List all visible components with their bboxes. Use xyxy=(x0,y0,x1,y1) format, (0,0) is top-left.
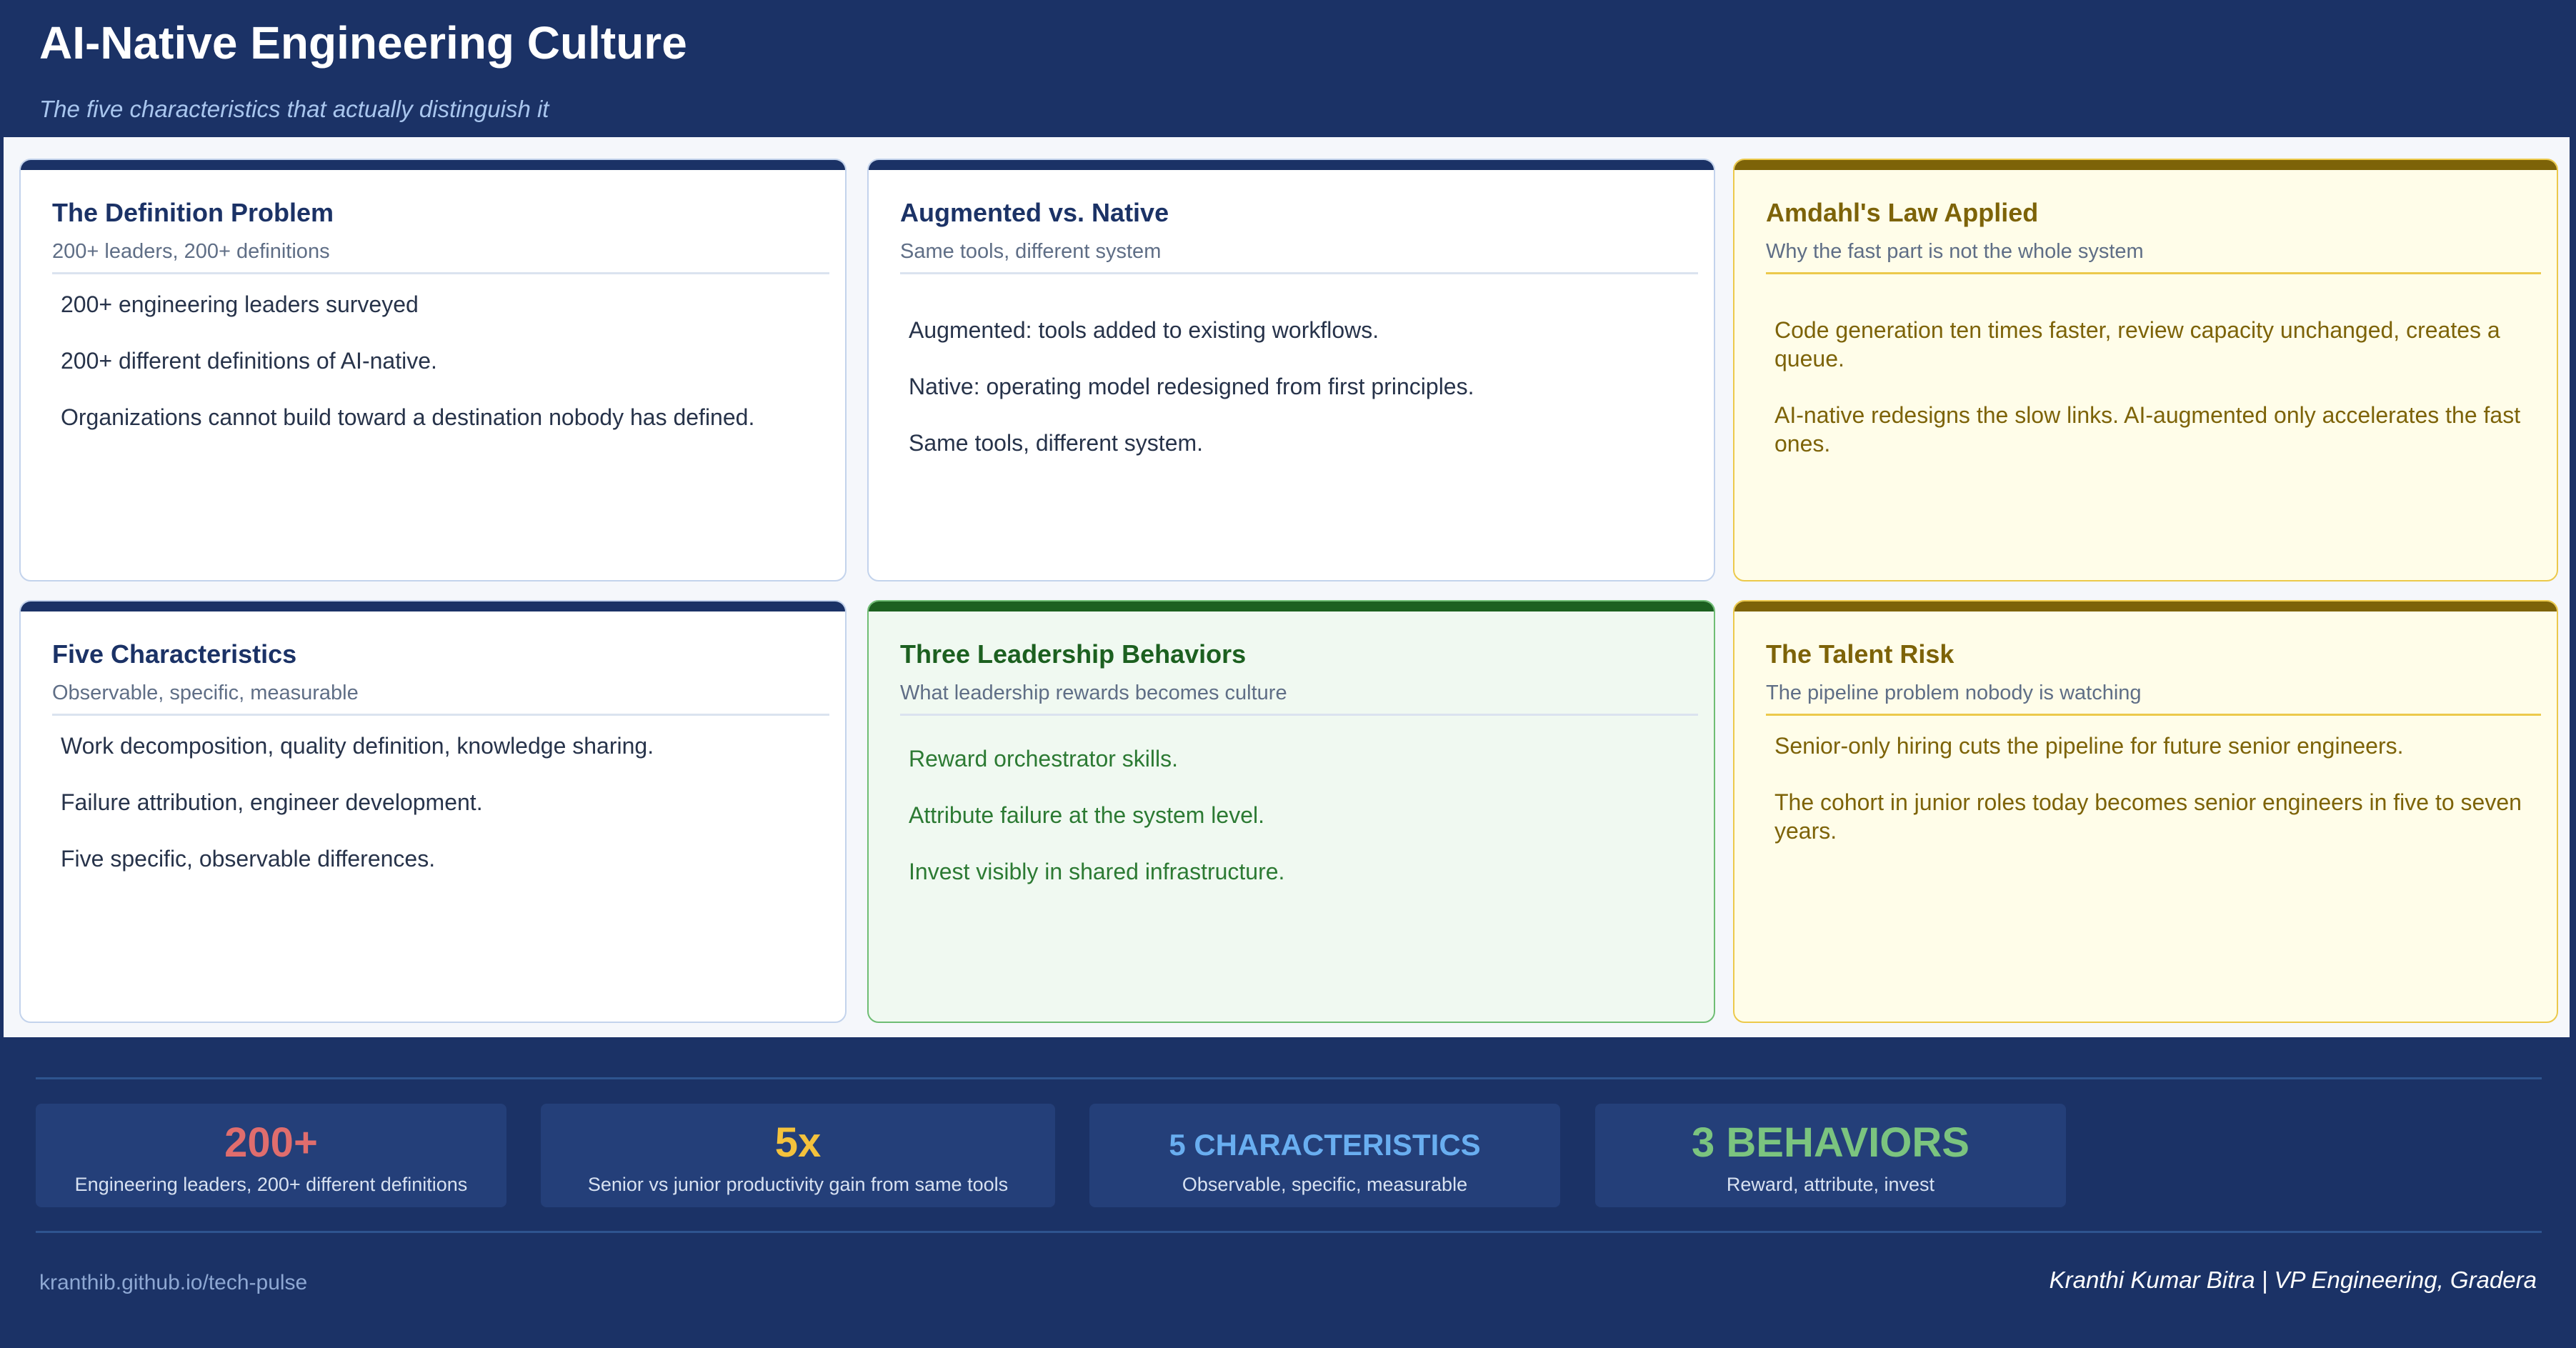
stat-value: 5 CHARACTERISTICS xyxy=(1169,1128,1481,1162)
card-title: Three Leadership Behaviors xyxy=(900,639,1247,669)
card-point: AI-native redesigns the slow links. AI-a… xyxy=(1774,402,2521,456)
stat-card-productivity: 5x Senior vs junior productivity gain fr… xyxy=(541,1104,1055,1207)
stat-label: Engineering leaders, 200+ different defi… xyxy=(74,1174,468,1195)
stat-label: Observable, specific, measurable xyxy=(1182,1174,1468,1195)
card-point: Failure attribution, engineer developmen… xyxy=(61,789,483,815)
card-subtitle: The pipeline problem nobody is watching xyxy=(1766,682,2142,704)
stat-label: Reward, attribute, invest xyxy=(1726,1174,1935,1195)
card-title: Augmented vs. Native xyxy=(900,198,1169,227)
content-panel: The Definition Problem 200+ leaders, 200… xyxy=(4,137,2570,1037)
stat-label: Senior vs junior productivity gain from … xyxy=(587,1174,1009,1195)
card-point: Reward orchestrator skills. xyxy=(909,746,1178,772)
card-accent-bar xyxy=(1734,160,2557,170)
card-divider xyxy=(52,272,829,274)
card-point: Code generation ten times faster, review… xyxy=(1774,317,2500,371)
card-accent-bar xyxy=(1734,601,2557,611)
card-points: Senior-only hiring cuts the pipeline for… xyxy=(1774,732,2528,873)
card-point: 200+ engineering leaders surveyed xyxy=(61,291,419,317)
card-definition-problem: The Definition Problem 200+ leaders, 200… xyxy=(19,159,847,581)
card-divider xyxy=(1766,714,2541,716)
card-accent-bar xyxy=(869,601,1714,611)
card-point: Invest visibly in shared infrastructure. xyxy=(909,859,1285,884)
stat-card-leaders: 200+ Engineering leaders, 200+ different… xyxy=(36,1104,506,1207)
header: AI-Native Engineering Culture The five c… xyxy=(0,0,2576,137)
card-leadership-behaviors: Three Leadership Behaviors What leadersh… xyxy=(867,600,1715,1023)
card-title: The Talent Risk xyxy=(1766,639,1955,669)
page-subtitle: The five characteristics that actually d… xyxy=(39,96,549,122)
card-point: Same tools, different system. xyxy=(909,430,1204,456)
card-accent-bar xyxy=(21,601,845,611)
card-point: The cohort in junior roles today becomes… xyxy=(1774,789,2522,844)
card-subtitle: 200+ leaders, 200+ definitions xyxy=(52,240,330,263)
card-point: Five specific, observable differences. xyxy=(61,846,436,872)
card-five-characteristics: Five Characteristics Observable, specifi… xyxy=(19,600,847,1023)
page-title: AI-Native Engineering Culture xyxy=(39,17,687,69)
stat-card-behaviors: 3 BEHAVIORS Reward, attribute, invest xyxy=(1595,1104,2066,1207)
card-subtitle: Observable, specific, measurable xyxy=(52,682,359,704)
card-title: Amdahl's Law Applied xyxy=(1766,198,2039,227)
card-point: Native: operating model redesigned from … xyxy=(909,374,1474,399)
card-talent-risk: The Talent Risk The pipeline problem nob… xyxy=(1733,600,2558,1023)
footer-divider-top xyxy=(36,1077,2542,1079)
card-points: Code generation ten times faster, review… xyxy=(1774,316,2528,486)
card-point: Senior-only hiring cuts the pipeline for… xyxy=(1774,733,2404,759)
card-points: 200+ engineering leaders surveyed 200+ d… xyxy=(61,290,817,459)
card-amdahls-law: Amdahl's Law Applied Why the fast part i… xyxy=(1733,159,2558,581)
card-accent-bar xyxy=(21,160,845,170)
stat-value: 200+ xyxy=(224,1119,318,1166)
footer-author: Kranthi Kumar Bitra | VP Engineering, Gr… xyxy=(2049,1267,2537,1293)
card-points: Augmented: tools added to existing workf… xyxy=(909,316,1685,485)
card-point: Augmented: tools added to existing workf… xyxy=(909,317,1379,343)
stat-value: 5x xyxy=(774,1119,822,1166)
footer-divider-bottom xyxy=(36,1231,2542,1233)
card-point: Organizations cannot build toward a dest… xyxy=(61,404,755,430)
card-divider xyxy=(1766,272,2541,274)
card-point: 200+ different definitions of AI-native. xyxy=(61,348,437,374)
stat-value: 3 BEHAVIORS xyxy=(1692,1119,1970,1166)
card-subtitle: Same tools, different system xyxy=(900,240,1162,263)
card-augmented-vs-native: Augmented vs. Native Same tools, differe… xyxy=(867,159,1715,581)
card-divider xyxy=(900,272,1698,274)
card-point: Attribute failure at the system level. xyxy=(909,802,1264,828)
footer-url[interactable]: kranthib.github.io/tech-pulse xyxy=(39,1270,307,1296)
card-subtitle: Why the fast part is not the whole syste… xyxy=(1766,240,2144,263)
card-accent-bar xyxy=(869,160,1714,170)
card-subtitle: What leadership rewards becomes culture xyxy=(900,682,1287,704)
stat-card-characteristics: 5 CHARACTERISTICS Observable, specific, … xyxy=(1089,1104,1560,1207)
card-points: Work decomposition, quality definition, … xyxy=(61,732,817,901)
card-divider xyxy=(52,714,829,716)
card-title: The Definition Problem xyxy=(52,198,334,227)
card-point: Work decomposition, quality definition, … xyxy=(61,733,654,759)
card-points: Reward orchestrator skills. Attribute fa… xyxy=(909,744,1685,914)
card-divider xyxy=(900,714,1698,716)
card-title: Five Characteristics xyxy=(52,639,297,669)
